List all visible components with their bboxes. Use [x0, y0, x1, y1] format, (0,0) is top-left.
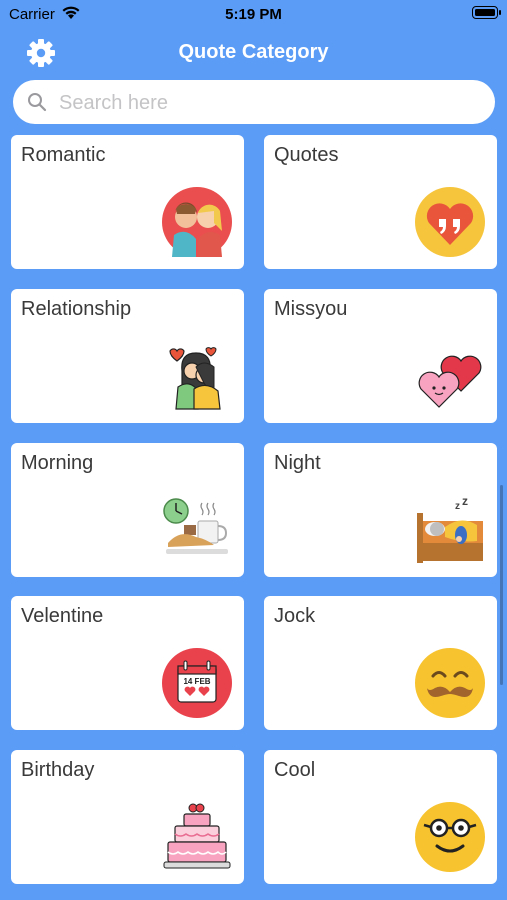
battery-icon: [472, 6, 501, 19]
category-card-quotes[interactable]: Quotes: [264, 135, 497, 269]
category-label: Night: [274, 452, 321, 474]
category-card-birthday[interactable]: Birthday: [11, 750, 244, 884]
coffee-croissant-icon: [163, 498, 228, 554]
category-card-night[interactable]: Night z z: [264, 443, 497, 577]
search-icon: [28, 93, 47, 112]
glasses-smiley-icon: [415, 802, 485, 872]
category-label: Morning: [21, 452, 94, 474]
valentine-calendar-icon: 14 FEB: [162, 648, 232, 718]
search-input[interactable]: [57, 88, 481, 118]
two-hearts-icon: [418, 355, 482, 408]
category-label: Quotes: [274, 144, 339, 166]
svg-text:z: z: [455, 501, 460, 512]
search-bar: [13, 80, 495, 124]
birthday-cake-icon: [163, 803, 231, 869]
category-label: Cool: [274, 759, 316, 781]
status-bar: Carrier 5:19 PM: [0, 0, 507, 28]
svg-text:z: z: [462, 495, 468, 508]
category-card-jock[interactable]: Jock: [264, 596, 497, 730]
category-card-relationship[interactable]: Relationship: [11, 289, 244, 423]
category-label: Jock: [274, 605, 316, 627]
page-title: Quote Category: [178, 41, 329, 63]
category-label: Birthday: [21, 759, 95, 781]
hugging-couple-icon: [169, 347, 221, 410]
category-card-cool[interactable]: Cool: [264, 750, 497, 884]
scroll-indicator[interactable]: [500, 485, 503, 685]
clock-time: 5:19 PM: [225, 6, 282, 23]
category-card-missyou[interactable]: Missyou: [264, 289, 497, 423]
navigation-bar: Quote Category: [0, 30, 507, 76]
category-card-morning[interactable]: Morning: [11, 443, 244, 577]
category-label: Romantic: [21, 144, 106, 166]
sleeping-bed-icon: z z: [417, 495, 483, 563]
category-label: Relationship: [21, 298, 132, 320]
category-label: Missyou: [274, 298, 348, 320]
category-card-velentine[interactable]: Velentine 14 FEB: [11, 596, 244, 730]
calendar-date-text: 14 FEB: [183, 677, 210, 686]
couple-kiss-icon: [162, 187, 232, 257]
category-card-romantic[interactable]: Romantic: [11, 135, 244, 269]
quote-heart-icon: [415, 187, 485, 257]
mustache-smiley-icon: [415, 648, 485, 718]
category-label: Velentine: [21, 605, 104, 627]
